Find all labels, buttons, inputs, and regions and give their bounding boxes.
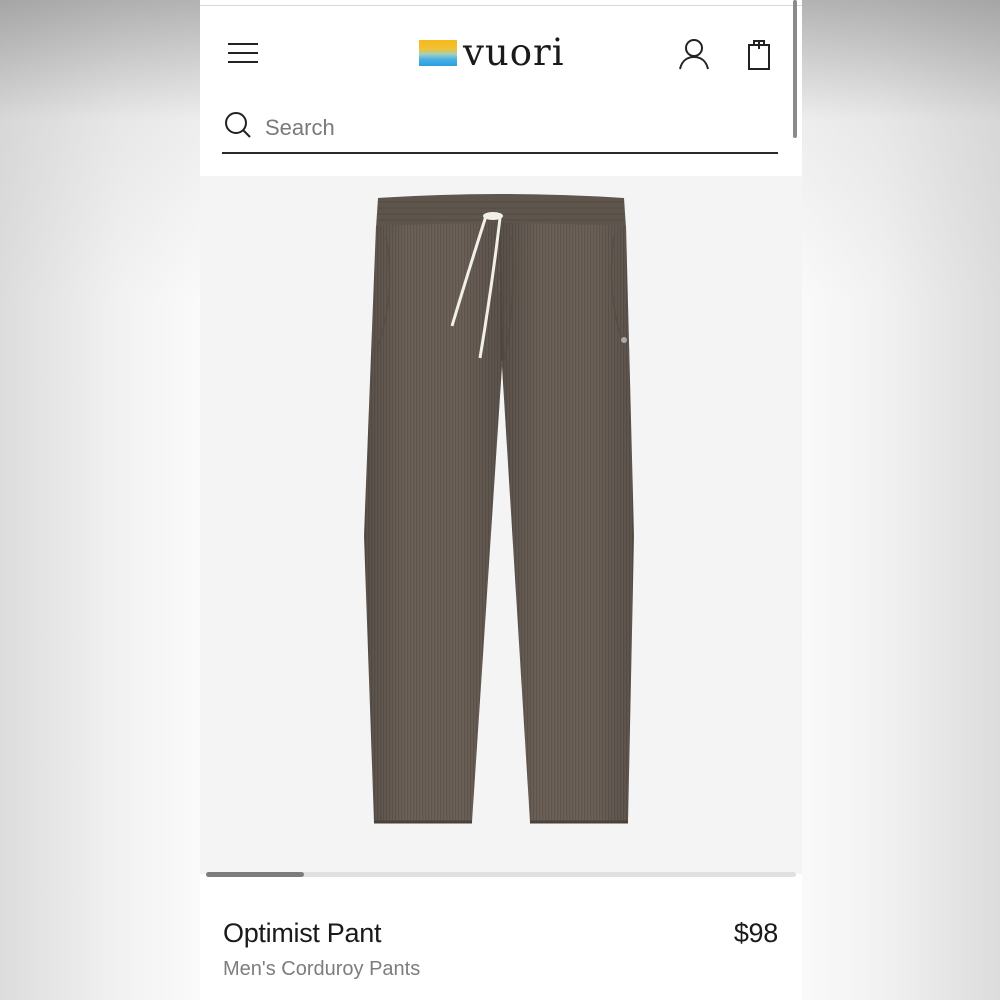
product-info: Optimist Pant $98 Men's Corduroy Pants [200, 878, 802, 1000]
brand-logo[interactable]: vuori [419, 33, 565, 73]
gallery-progress-track[interactable] [206, 872, 796, 877]
gallery-progress-indicator[interactable] [206, 872, 304, 877]
menu-icon-line [228, 61, 258, 63]
search-input[interactable] [263, 113, 747, 143]
brand-name: vuori [463, 31, 565, 74]
menu-button[interactable] [226, 38, 262, 68]
corduroy-pants-image [364, 194, 634, 824]
top-divider [200, 5, 802, 6]
shopping-bag-icon [748, 40, 770, 70]
hamburger-menu-icon [228, 43, 258, 45]
product-image[interactable] [200, 176, 802, 874]
logo-mark-icon [419, 40, 457, 66]
menu-icon-line [228, 52, 258, 54]
product-subtitle: Men's Corduroy Pants [223, 958, 421, 980]
user-account-icon [679, 39, 709, 70]
product-name[interactable]: Optimist Pant [223, 918, 381, 949]
product-price: $98 [733, 918, 778, 948]
search-bar[interactable] [222, 104, 778, 154]
search-icon [225, 112, 251, 138]
account-button[interactable] [676, 36, 712, 72]
phone-screen: vuori Search Optimist Pant $98 Men's Cor… [200, 0, 802, 1000]
shopping-bag-button[interactable] [743, 36, 775, 72]
page-scrollbar[interactable] [793, 0, 797, 138]
